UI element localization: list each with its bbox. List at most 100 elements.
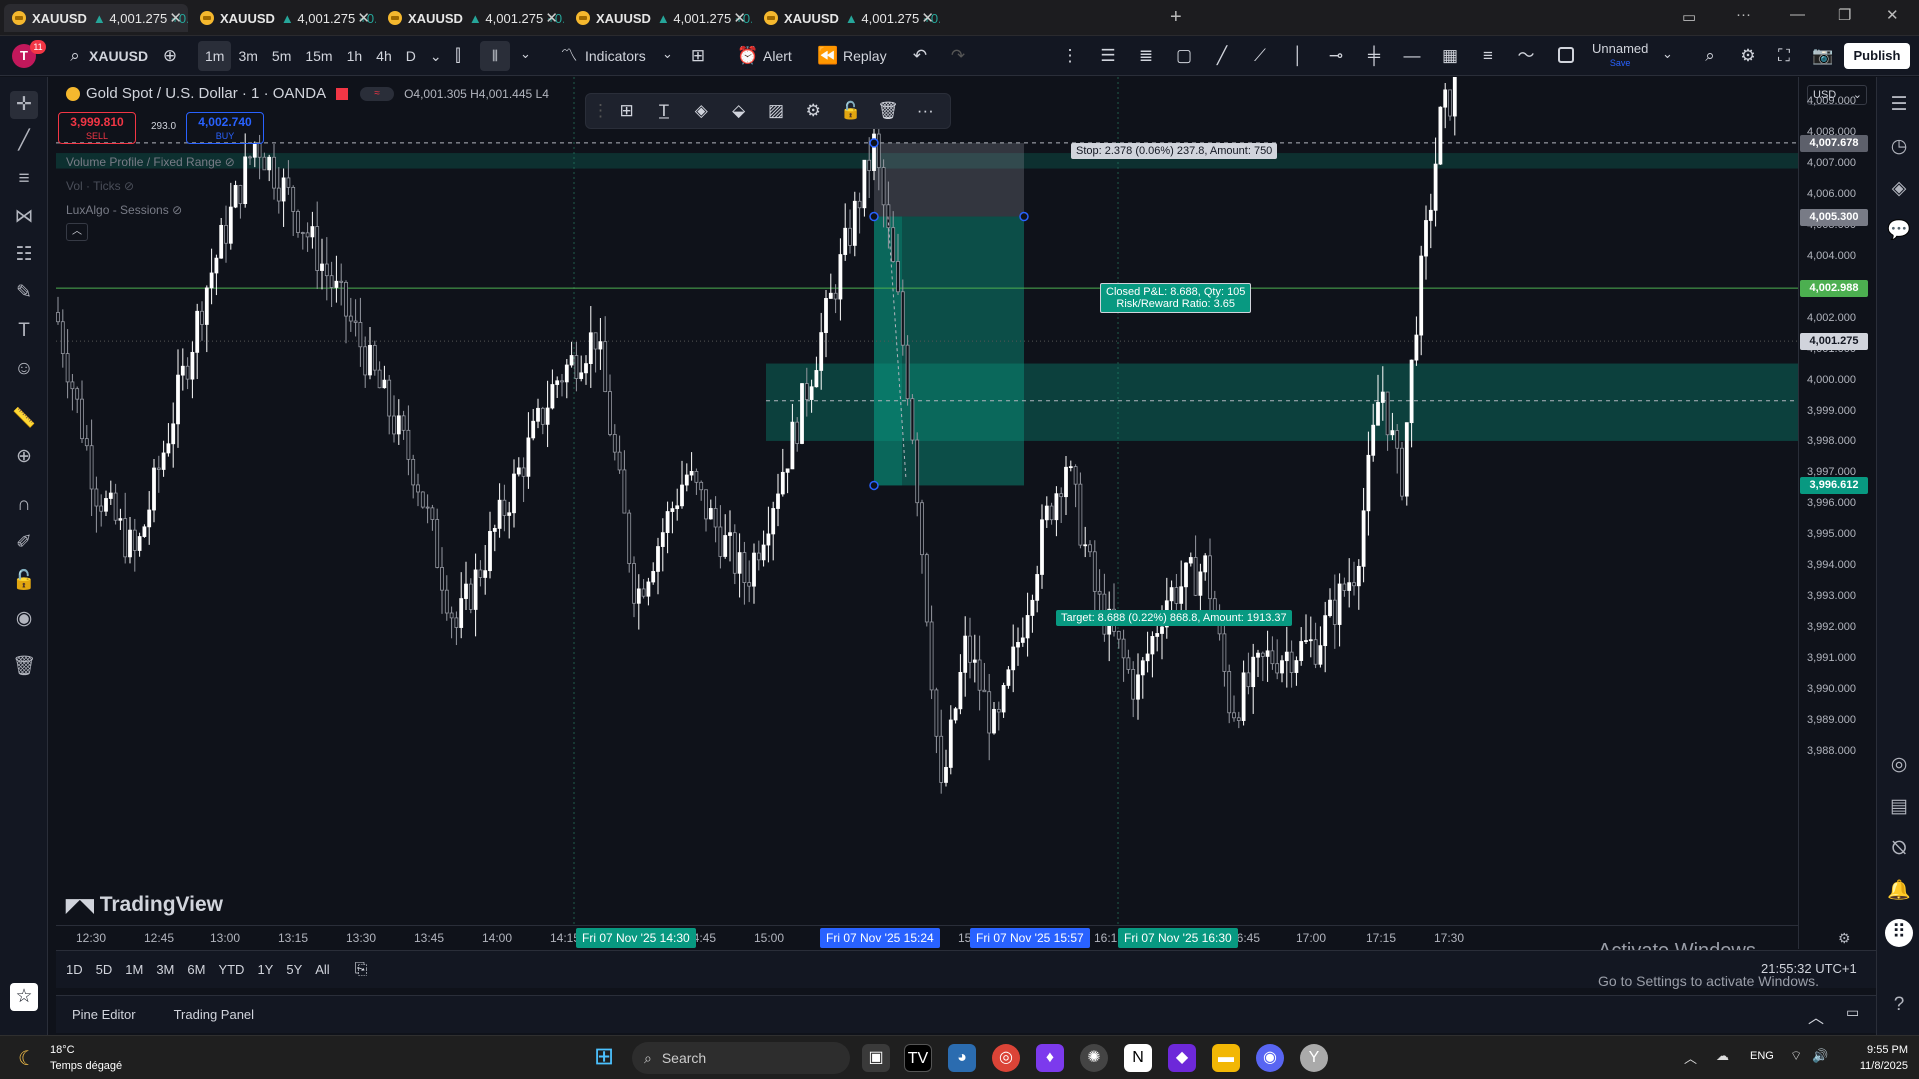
fullscreen-icon[interactable]: ⛶ [1774, 46, 1794, 66]
ray-icon[interactable]: ⟋ [1250, 46, 1270, 66]
range-1d[interactable]: 1D [66, 962, 83, 977]
alerts-clock-icon[interactable]: ◷ [1885, 133, 1913, 161]
chart-pane[interactable]: Gold Spot / U.S. Dollar · 1 · OANDA ≈ O4… [56, 77, 1798, 949]
indicator-legend[interactable]: Volume Profile / Fixed Range ⊘ [66, 155, 235, 169]
browser-tab[interactable]: XAUUSD ▲ 4,001.275 +0.61% ✕ [756, 4, 940, 32]
range-5d[interactable]: 5D [96, 962, 113, 977]
layout-name[interactable]: Unnamed Save [1592, 42, 1648, 70]
symbol-search[interactable]: ⌕ XAUUSD [58, 41, 155, 71]
lock-icon[interactable]: 🔓 [10, 567, 38, 595]
indicator-legend[interactable]: Vol · Ticks ⊘ [66, 179, 134, 193]
hidden-eye-icon[interactable]: ⊘ [225, 155, 235, 169]
browser-tab[interactable]: XAUUSD ▲ 4,001.275 +0.61% ✕ [4, 4, 188, 32]
drag-handle-icon[interactable]: ⋮ [592, 101, 609, 121]
layers-icon[interactable]: ◈ [1885, 175, 1913, 203]
folder-icon[interactable]: ▬ [1212, 1044, 1240, 1072]
timeframe-1m[interactable]: 1m [198, 41, 232, 71]
chevron-up-icon[interactable]: ︿ [1684, 1048, 1697, 1067]
more-icon[interactable]: ··· [1736, 6, 1751, 23]
replay-button[interactable]: ⏪ Replay [810, 41, 894, 71]
system-clock[interactable]: 9:55 PM 11/8/2025 [1842, 1042, 1908, 1074]
template-icon[interactable]: ⊞ [608, 101, 645, 121]
timeframe-15m[interactable]: 15m [298, 41, 339, 71]
close-icon[interactable]: ✕ [545, 9, 558, 27]
taskbar-search[interactable]: ⌕ Search [632, 1042, 850, 1074]
new-tab-icon[interactable]: + [1170, 6, 1182, 29]
screen-icon[interactable]: ▭ [1682, 8, 1696, 26]
trash-icon[interactable]: 🗑 [869, 101, 906, 121]
chart-settings-icon[interactable]: ▨ [757, 101, 794, 121]
target-icon[interactable]: ◎ [1885, 751, 1913, 779]
parallel-channel-icon[interactable]: ≣ [1136, 46, 1156, 66]
notifications-icon[interactable]: 🔔 [1885, 877, 1913, 905]
star-icon[interactable]: ☆ [10, 983, 38, 1011]
candlestick-chart[interactable] [56, 77, 1798, 925]
vertical-line-icon[interactable]: │ [1288, 46, 1308, 66]
rectangle-icon[interactable]: ▢ [1174, 46, 1194, 66]
language-indicator[interactable]: ENG [1750, 1050, 1774, 1062]
time-axis[interactable]: 12:30 12:45 13:00 13:15 13:30 13:45 14:00 14:15… [56, 925, 1851, 949]
timeframe-4h[interactable]: 4h [369, 41, 399, 71]
windows-start-icon[interactable]: ⊞ [594, 1044, 620, 1070]
collapse-legend-button[interactable]: ︿ [66, 223, 88, 241]
app2-icon[interactable]: Y [1300, 1044, 1328, 1072]
buy-button[interactable]: 4,002.740 BUY [186, 112, 264, 144]
task-view-icon[interactable]: ▣ [862, 1044, 890, 1072]
quick-search-icon[interactable]: ⌕ [1700, 46, 1720, 66]
close-icon[interactable]: ✕ [169, 9, 182, 27]
chevron-down-icon[interactable]: ⌄ [1662, 46, 1673, 62]
text-icon[interactable]: T [10, 317, 38, 345]
clock[interactable]: 21:55:32 UTC+1 [1761, 961, 1857, 976]
flag-icon[interactable] [336, 87, 349, 100]
sell-button[interactable]: 3,999.810 SELL [58, 112, 136, 144]
chevron-down-icon[interactable]: ⌄ [662, 46, 673, 62]
lock-drawing-icon[interactable]: ✐ [10, 529, 38, 557]
gallery-icon[interactable]: ◕ [948, 1044, 976, 1072]
eye-icon[interactable]: ◉ [10, 605, 38, 633]
line-color-icon[interactable]: ⬙ [720, 101, 757, 121]
tab-trading-panel[interactable]: Trading Panel [174, 1007, 254, 1022]
publish-button[interactable]: Publish [1844, 43, 1910, 69]
undo-icon[interactable]: ↶ [910, 46, 930, 66]
trend-line-icon[interactable]: ╱ [10, 127, 38, 155]
fib-icon[interactable]: ≡ [1478, 46, 1498, 66]
range-3m[interactable]: 3M [156, 962, 174, 977]
price-axis[interactable]: USD ⌄ 4,009.000 4,008.000 4,007.000 4,006.0… [1798, 77, 1876, 949]
brush-icon[interactable]: ✎ [10, 279, 38, 307]
hidden-eye-icon[interactable]: ⊘ [124, 179, 134, 193]
chat-icon[interactable]: 💬 [1885, 217, 1913, 245]
trash-icon[interactable]: 🗑 [10, 653, 38, 681]
chrome-icon[interactable]: ◎ [992, 1044, 1020, 1072]
templates-icon[interactable]: ⊞ [688, 46, 708, 66]
range-5y[interactable]: 5Y [286, 962, 302, 977]
bar-style-icon[interactable]: ⫿ [448, 46, 468, 66]
timeframe-d[interactable]: D [399, 41, 423, 71]
browser-tab[interactable]: XAUUSD ▲ 4,001.275 +0.61% ✕ [380, 4, 564, 32]
horizontal-line-icon[interactable]: — [1402, 46, 1422, 66]
fib-retracement-icon[interactable]: ≡ [10, 165, 38, 193]
browser-tab[interactable]: XAUUSD ▲ 4,001.275 +0.61% ✕ [568, 4, 752, 32]
minimize-icon[interactable]: — [1790, 6, 1805, 23]
forecast-icon[interactable]: ☷ [10, 241, 38, 269]
help-icon[interactable]: ? [1885, 991, 1913, 1019]
close-icon[interactable]: ✕ [733, 9, 746, 27]
text-color-icon[interactable]: T̲ [645, 101, 682, 121]
more-icon[interactable]: ··· [907, 101, 944, 121]
timeframe-3m[interactable]: 3m [231, 41, 264, 71]
wifi-icon[interactable]: ⌔ [1790, 1048, 1802, 1064]
zoom-in-icon[interactable]: ⊕ [10, 443, 38, 471]
grid-icon[interactable]: ▦ [1440, 46, 1460, 66]
alert-button[interactable]: ⏰ Alert [730, 41, 799, 71]
range-all[interactable]: All [315, 962, 329, 977]
pitchfork-icon[interactable]: ☰ [1098, 46, 1118, 66]
app-icon[interactable]: ◆ [1168, 1044, 1196, 1072]
watchlist-icon[interactable]: ☰ [1885, 91, 1913, 119]
redo-icon[interactable]: ↷ [948, 46, 968, 66]
lock-icon[interactable]: 🔓 [832, 101, 869, 121]
discord-icon[interactable]: ◉ [1256, 1044, 1284, 1072]
camera-icon[interactable]: 📷 [1812, 46, 1833, 66]
indicators-button[interactable]: 〽 Indicators [552, 41, 653, 71]
volume-icon[interactable]: 🔊 [1812, 1048, 1828, 1064]
indicator-legend[interactable]: LuxAlgo - Sessions ⊘ [66, 203, 182, 217]
fill-color-icon[interactable]: ◈ [683, 101, 720, 121]
